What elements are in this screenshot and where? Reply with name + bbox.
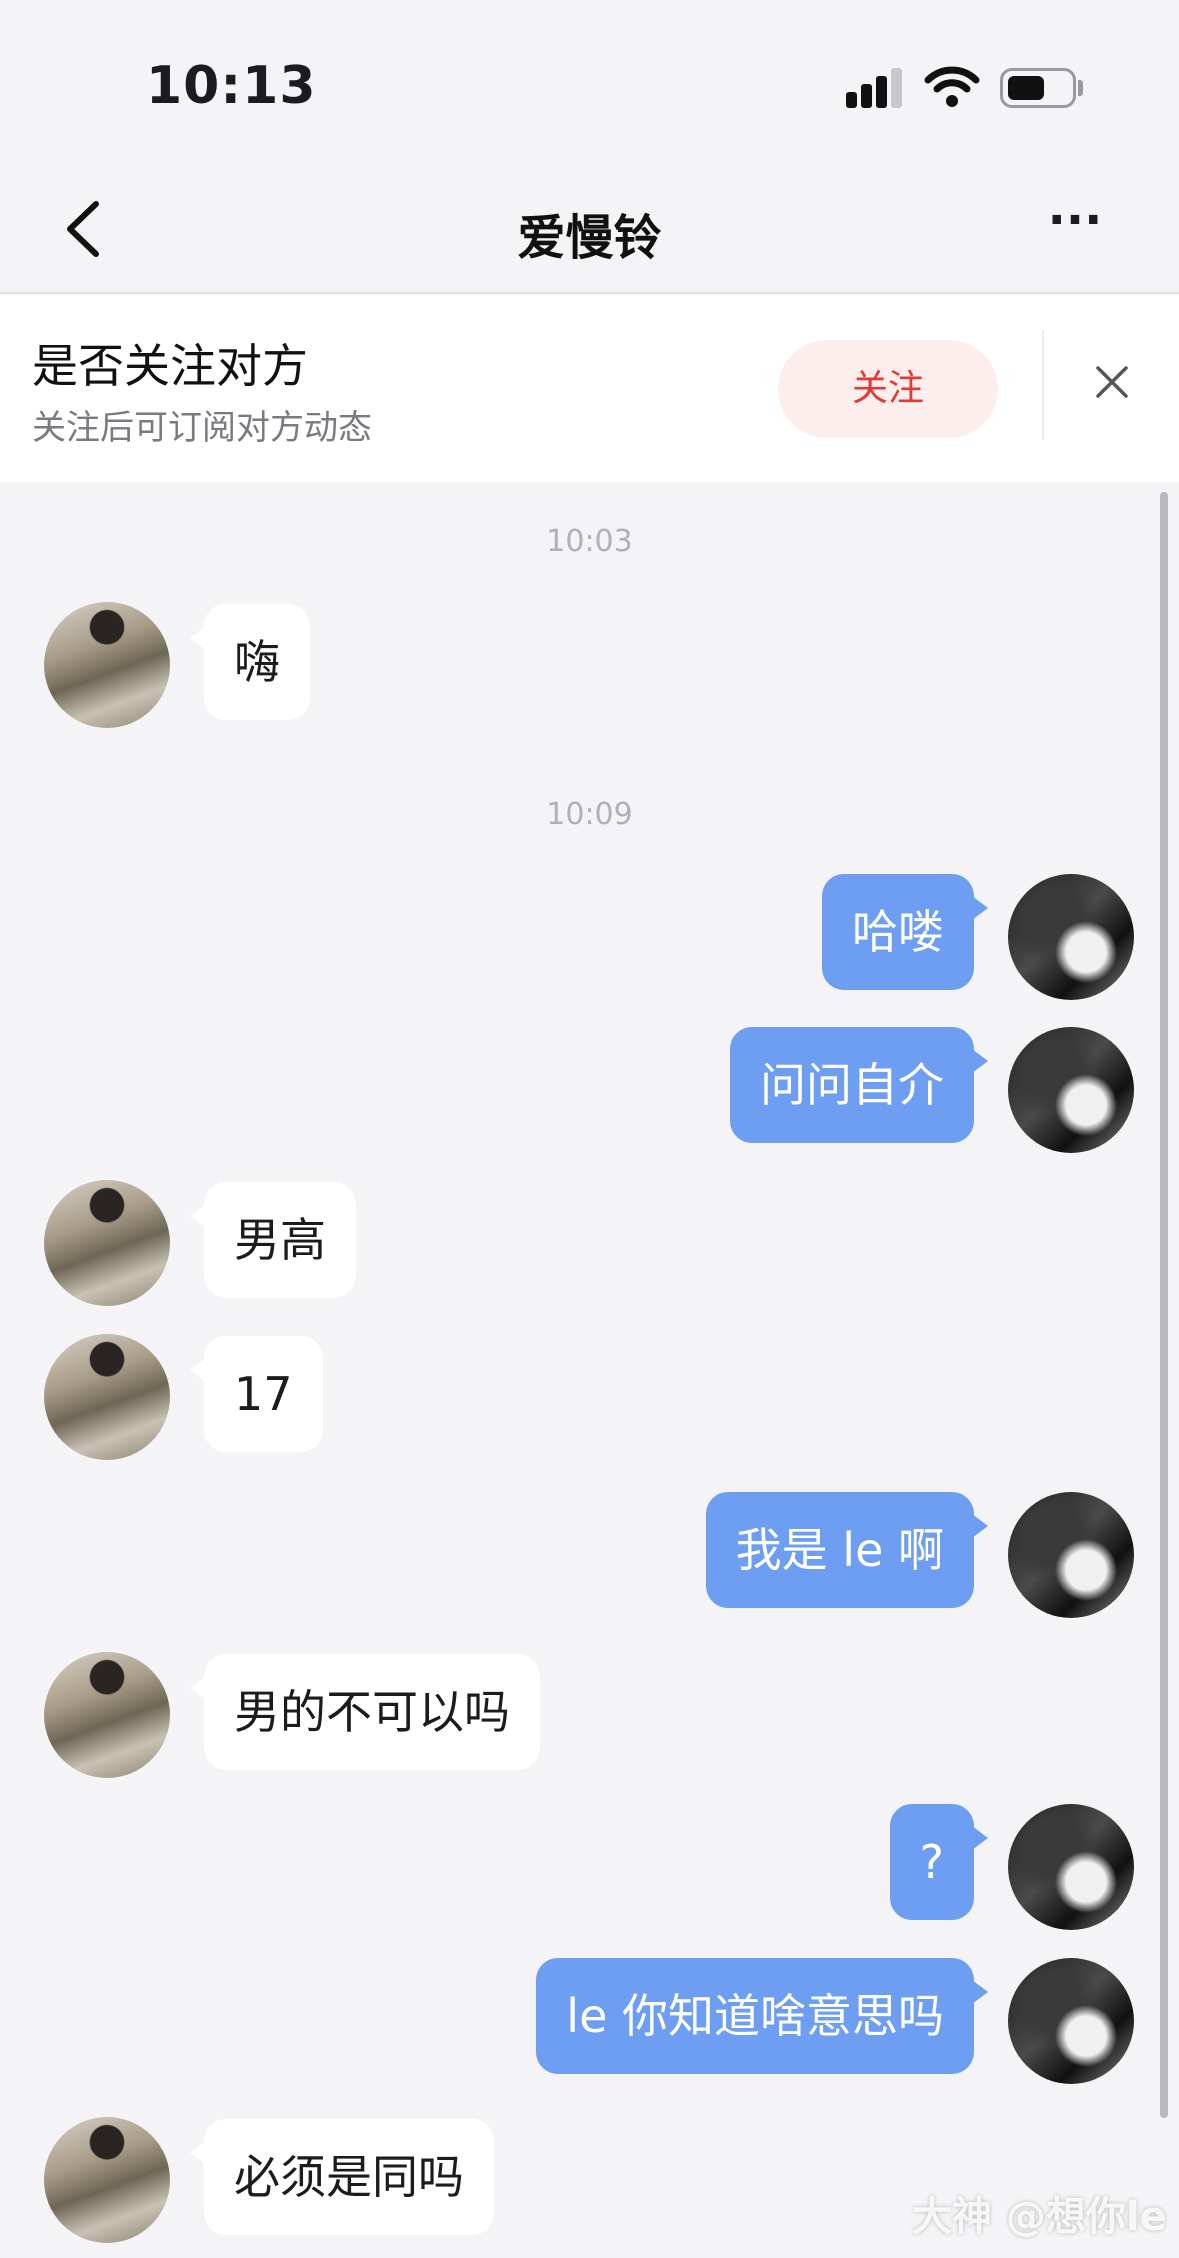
contact-avatar[interactable] [44, 1652, 170, 1778]
my-avatar[interactable] [1008, 874, 1134, 1000]
battery-icon [1000, 68, 1076, 108]
received-message-bubble[interactable]: 17 [190, 1336, 323, 1452]
my-avatar[interactable] [1008, 1958, 1134, 2084]
cellular-signal-icon [846, 68, 904, 108]
follow-prompt-banner: 是否关注对方 关注后可订阅对方动态 关注 [0, 294, 1179, 482]
more-options-button[interactable]: ··· [1040, 196, 1110, 260]
my-avatar[interactable] [1008, 1027, 1134, 1153]
follow-prompt-title: 是否关注对方 [32, 339, 308, 393]
contact-avatar[interactable] [44, 1334, 170, 1460]
status-bar: 10:13 [0, 0, 1179, 170]
contact-avatar[interactable] [44, 1180, 170, 1306]
sent-message-bubble[interactable]: ? [889, 1804, 989, 1920]
battery-tip [1078, 80, 1083, 96]
close-icon[interactable] [1090, 360, 1134, 404]
chat-scrollbar[interactable] [1160, 492, 1168, 2118]
received-message-bubble[interactable]: 嗨 [190, 604, 310, 720]
my-avatar[interactable] [1008, 1804, 1134, 1930]
contact-avatar[interactable] [44, 602, 170, 728]
received-message-bubble[interactable]: 男高 [190, 1182, 356, 1298]
follow-button[interactable]: 关注 [778, 340, 998, 438]
chat-title: 爱慢铃 [517, 210, 662, 266]
watermark: 大神 @想你le [912, 2194, 1167, 2240]
received-message-bubble[interactable]: 男的不可以吗 [190, 1654, 540, 1770]
follow-prompt-subtitle: 关注后可订阅对方动态 [32, 408, 372, 448]
message-timestamp: 10:03 [546, 524, 633, 559]
sent-message-bubble[interactable]: 我是 le 啊 [705, 1492, 989, 1608]
banner-divider [1042, 330, 1044, 440]
sent-message-bubble[interactable]: 哈喽 [822, 874, 988, 990]
my-avatar[interactable] [1008, 1492, 1134, 1618]
received-message-bubble[interactable]: 必须是同吗 [190, 2119, 494, 2235]
sent-message-bubble[interactable]: le 你知道啥意思吗 [536, 1958, 988, 2074]
status-time: 10:13 [146, 56, 317, 116]
nav-bar: 爱慢铃 ··· [0, 170, 1179, 294]
message-timestamp: 10:09 [546, 797, 633, 832]
sent-message-bubble[interactable]: 问问自介 [730, 1027, 988, 1143]
wifi-icon [924, 66, 980, 107]
contact-avatar[interactable] [44, 2117, 170, 2243]
